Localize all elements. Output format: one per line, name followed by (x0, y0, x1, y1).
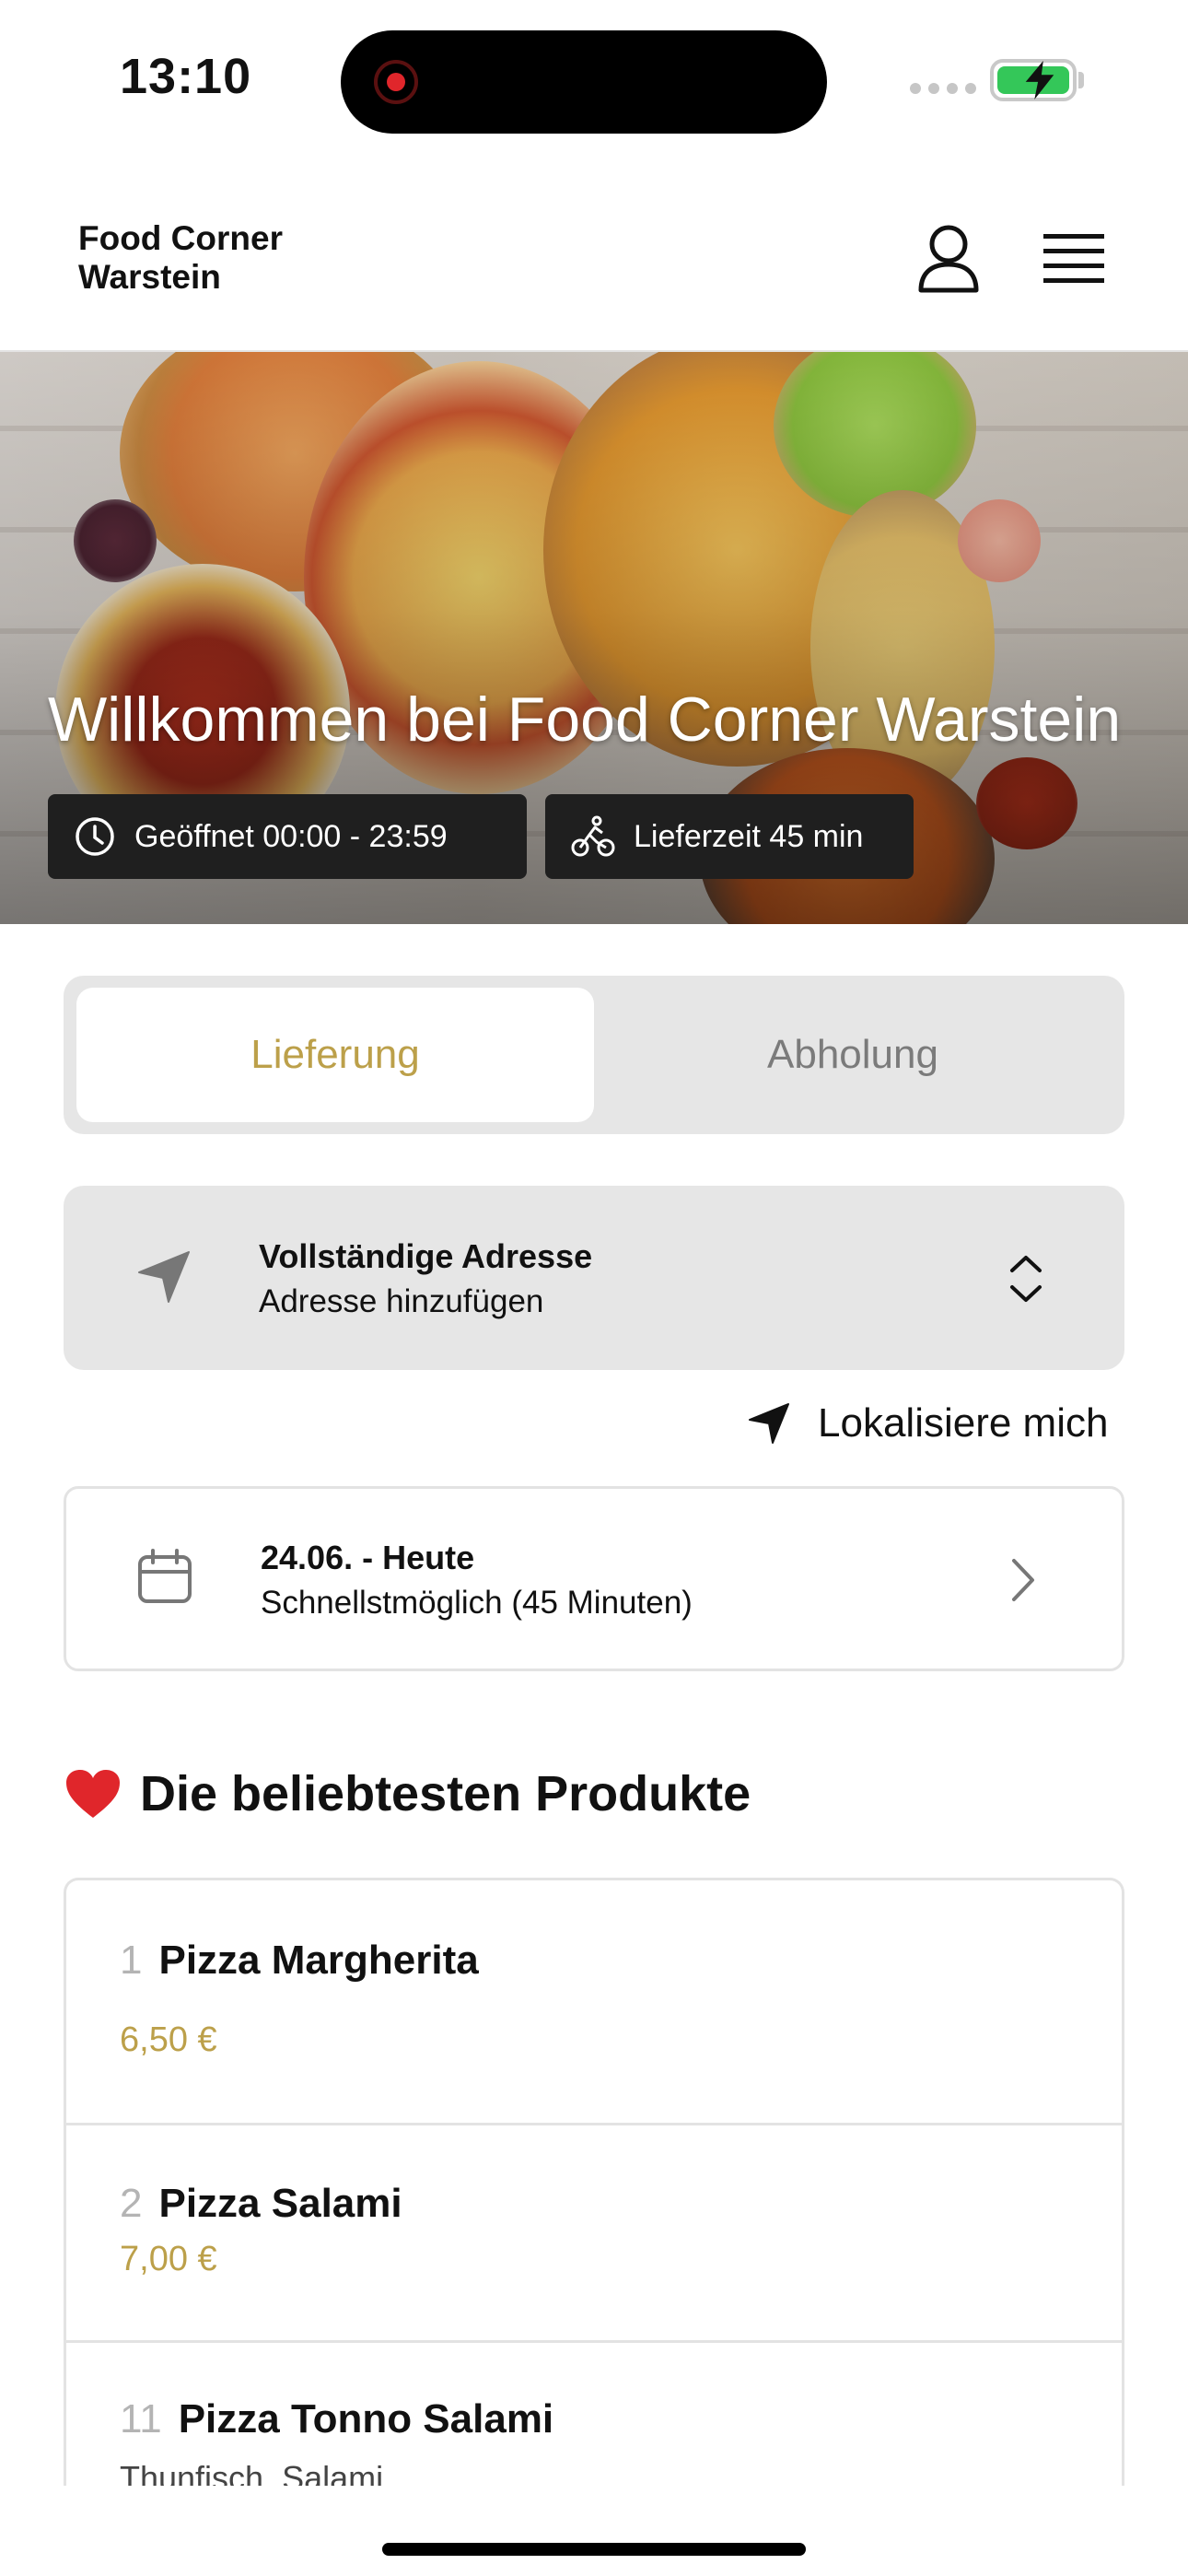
calendar-icon (138, 1549, 192, 1603)
opening-hours-chip: Geöffnet 00:00 - 23:59 (48, 794, 527, 879)
tab-pickup[interactable]: Abholung (594, 988, 1112, 1122)
order-mode-toggle: Lieferung Abholung (64, 976, 1124, 1134)
product-name: Pizza Salami (158, 2181, 402, 2226)
delivery-time-text: Lieferzeit 45 min (634, 818, 864, 854)
hero-banner: Willkommen bei Food Corner Warstein Geöf… (0, 352, 1188, 924)
product-number: 1 (120, 1938, 143, 1983)
opening-hours-text: Geöffnet 00:00 - 23:59 (134, 818, 448, 854)
tab-delivery[interactable]: Lieferung (76, 988, 594, 1122)
delivery-time-selector[interactable]: 24.06. - Heute Schnellstmöglich (45 Minu… (64, 1486, 1124, 1671)
user-icon[interactable] (916, 224, 981, 294)
home-indicator[interactable] (382, 2543, 806, 2556)
bicycle-icon (571, 815, 615, 857)
product-title: 1 Pizza Margherita (120, 1938, 479, 1984)
clock-icon (76, 817, 114, 856)
address-subtitle: Adresse hinzufügen (259, 1283, 544, 1319)
recording-indicator-icon (374, 60, 418, 104)
delivery-time-estimate: Schnellstmöglich (45 Minuten) (261, 1585, 693, 1621)
product-description: Thunfisch, Salami (120, 2459, 384, 2486)
navigation-arrow-icon (749, 1403, 789, 1444)
signal-dots-icon (910, 83, 976, 94)
hero-title: Willkommen bei Food Corner Warstein (48, 685, 1122, 755)
popular-products-title: Die beliebtesten Produkte (140, 1766, 751, 1821)
product-name: Pizza Margherita (158, 1938, 479, 1983)
product-title: 11 Pizza Tonno Salami (120, 2396, 553, 2442)
product-number: 2 (120, 2181, 143, 2226)
locate-me-button[interactable]: Lokalisiere mich (748, 1400, 1108, 1446)
status-bar: 13:10 (0, 0, 1188, 166)
locate-me-label: Lokalisiere mich (818, 1400, 1109, 1446)
delivery-time-chip: Lieferzeit 45 min (545, 794, 914, 879)
brand-name[interactable]: Food Corner Warstein (78, 219, 283, 297)
app-header: Food Corner Warstein (0, 166, 1188, 352)
chevron-right-icon (1012, 1559, 1034, 1601)
battery-cap (1078, 72, 1084, 88)
address-title: Vollständige Adresse (259, 1237, 593, 1275)
product-title: 2 Pizza Salami (120, 2181, 402, 2227)
heart-icon (66, 1770, 120, 1818)
list-item[interactable]: 1 Pizza Margherita 6,50 € (66, 1880, 1122, 2125)
popular-products-heading: Die beliebtesten Produkte (64, 1765, 751, 1822)
dynamic-island (341, 30, 827, 134)
menu-icon[interactable] (1043, 230, 1104, 286)
delivery-date: 24.06. - Heute (261, 1539, 475, 1576)
status-time: 13:10 (120, 49, 252, 104)
battery-icon (990, 59, 1077, 101)
address-selector[interactable]: Vollständige Adresse Adresse hinzufügen (64, 1186, 1124, 1370)
popular-products-list: 1 Pizza Margherita 6,50 € 2 Pizza Salami 7… (64, 1878, 1124, 2486)
product-name: Pizza Tonno Salami (178, 2396, 554, 2441)
product-price: 6,50 € (120, 2020, 217, 2059)
chevron-up-down-icon (1010, 1256, 1042, 1302)
list-item[interactable]: 2 Pizza Salami 7,00 € (66, 2125, 1122, 2343)
product-number: 11 (120, 2396, 162, 2441)
location-arrow-icon (138, 1251, 190, 1303)
list-item[interactable]: 11 Pizza Tonno Salami Thunfisch, Salami (66, 2343, 1122, 2486)
product-price: 7,00 € (120, 2240, 217, 2278)
